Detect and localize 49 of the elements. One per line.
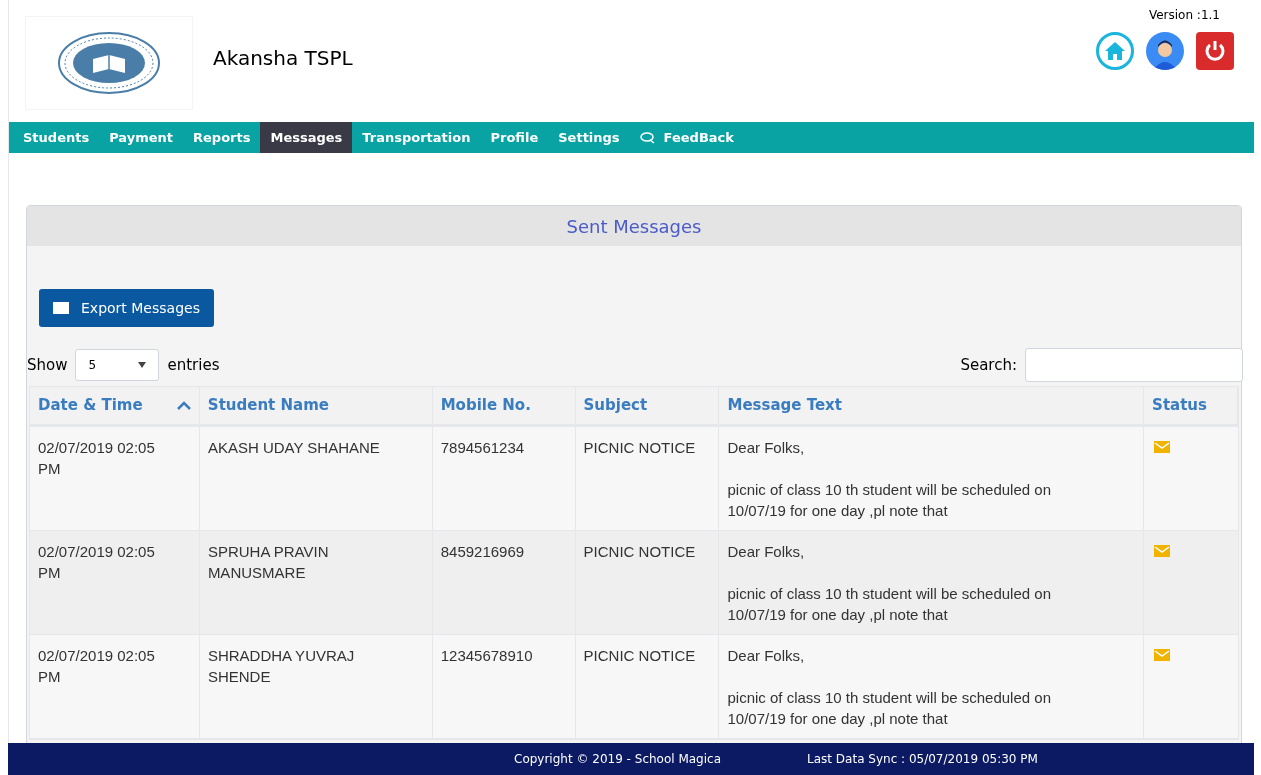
chat-icon bbox=[639, 131, 656, 144]
user-avatar-button[interactable] bbox=[1146, 32, 1184, 70]
column-header[interactable]: Status bbox=[1144, 387, 1238, 424]
nav-tab[interactable]: Profile bbox=[480, 122, 549, 153]
table-cell: SPRUHA PRAVIN MANUSMARE bbox=[207, 543, 329, 581]
search-label: Search: bbox=[960, 354, 1017, 376]
message-paragraph: Dear Folks, bbox=[727, 438, 806, 458]
nav-tab[interactable]: Reports bbox=[183, 122, 261, 153]
table-cell: 8459216969 bbox=[440, 543, 525, 560]
table-cell: AKASH UDAY SHAHANE bbox=[207, 439, 380, 456]
school-name: Akansha TSPL bbox=[213, 45, 353, 72]
table-cell: PICNIC NOTICE bbox=[583, 439, 696, 456]
show-label: Show bbox=[27, 354, 68, 376]
nav-tab[interactable]: Students bbox=[13, 122, 100, 153]
nav-tab[interactable]: Settings bbox=[548, 122, 630, 153]
copyright-text: Copyright © 2019 - School Magica bbox=[514, 751, 722, 768]
search-field[interactable] bbox=[1025, 348, 1243, 382]
table-cell: 02/07/2019 02:05 PM bbox=[38, 439, 155, 477]
entries-label: entries bbox=[167, 354, 220, 376]
home-icon bbox=[1105, 42, 1125, 60]
message-paragraph: Dear Folks, bbox=[727, 542, 806, 562]
table-cell: 12345678910 bbox=[440, 647, 533, 664]
table-cell: PICNIC NOTICE bbox=[583, 647, 696, 664]
nav-tab[interactable]: FeedBack bbox=[629, 122, 744, 153]
column-header[interactable]: Message Text bbox=[719, 387, 1145, 424]
column-header[interactable]: Mobile No. bbox=[432, 387, 576, 424]
page-size-select[interactable]: 5 bbox=[75, 349, 160, 381]
power-icon bbox=[1204, 40, 1226, 62]
column-header[interactable]: Date & Time bbox=[30, 387, 200, 424]
nav-tab[interactable]: Transportation bbox=[352, 122, 481, 153]
panel-title: Sent Messages bbox=[566, 214, 702, 239]
dropdown-caret-icon bbox=[138, 362, 147, 368]
table-cell: PICNIC NOTICE bbox=[583, 543, 696, 560]
table-cell: 02/07/2019 02:05 PM bbox=[38, 543, 155, 581]
nav-tab[interactable]: Payment bbox=[99, 122, 184, 153]
table-cell: 02/07/2019 02:05 PM bbox=[38, 647, 155, 685]
message-paragraph: picnic of class 10 th student will be scheduled on 10/07/19 for one day ,pl note that bbox=[727, 480, 1052, 521]
table-cell: 7894561234 bbox=[440, 439, 525, 456]
column-header[interactable]: Student Name bbox=[199, 387, 433, 424]
message-paragraph: picnic of class 10 th student will be scheduled on 10/07/19 for one day ,pl note that bbox=[727, 584, 1052, 625]
message-paragraph: Dear Folks, bbox=[727, 646, 806, 666]
power-button[interactable] bbox=[1196, 32, 1234, 70]
export-messages-button[interactable]: Export Messages bbox=[39, 289, 214, 327]
last-sync-text: Last Data Sync : 05/07/2019 05:30 PM bbox=[807, 751, 1038, 768]
column-header[interactable]: Subject bbox=[575, 387, 720, 424]
version-label: Version :1.1 bbox=[1148, 7, 1220, 24]
nav-tab[interactable]: Messages bbox=[260, 122, 353, 153]
table-cell: SHRADDHA YUVRAJ SHENDE bbox=[207, 647, 355, 685]
message-paragraph: picnic of class 10 th student will be scheduled on 10/07/19 for one day ,pl note that bbox=[727, 688, 1052, 729]
